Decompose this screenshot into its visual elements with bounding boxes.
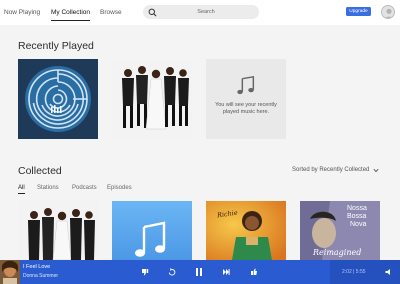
filter-podcasts[interactable]: Podcasts [72,185,97,191]
now-playing-album-art[interactable] [0,260,20,284]
filter-all[interactable]: All [18,185,25,194]
music-note-icon [237,75,255,95]
collected-title: Collected [18,165,62,177]
player-bar: I Feel Love Donna Summer 2:02 | 5:55 [0,260,400,284]
collected-tile-station[interactable] [112,201,192,260]
group-photo-artwork [112,59,192,139]
filter-active-underline [18,193,25,194]
maze-artwork [18,59,98,139]
music-note-icon [112,201,192,260]
recent-tile-group-photo[interactable] [112,59,192,139]
recently-played-placeholder-text: You will see your recently played music … [215,102,277,115]
nav-browse[interactable]: Browse [100,9,122,16]
album-title-line-2: Bossa [347,213,367,220]
filter-all-label: All [18,185,25,191]
track-title[interactable]: I Feel Love [23,264,50,270]
richie-album-artwork [206,201,286,260]
filter-episodes[interactable]: Episodes [107,185,132,191]
collected-tile-group-photo[interactable] [18,201,98,260]
track-artist[interactable]: Donna Summer [23,273,58,279]
recent-tile-maze[interactable] [18,59,98,139]
top-nav-bar: Now Playing My Collection Browse Upgrade [0,0,400,25]
nav-now-playing[interactable]: Now Playing [4,9,40,16]
recently-played-placeholder: You will see your recently played music … [206,59,286,139]
sort-dropdown[interactable]: Sorted by Recently Collected [292,167,369,173]
track-time: 2:02 | 5:55 [342,269,366,275]
album-subtitle: Reimagined [313,248,362,257]
avatar-icon [384,8,394,18]
filter-stations[interactable]: Stations [37,185,59,191]
search-bar[interactable] [143,5,259,19]
group-photo-artwork [18,201,98,260]
album-title-line-1: Nossa [347,205,367,212]
nav-my-collection[interactable]: My Collection [51,9,91,21]
avatar[interactable] [381,5,395,19]
thumbs-down-icon[interactable] [141,268,149,276]
pause-icon[interactable] [194,267,204,277]
collected-tile-nossa-bossa-nova[interactable]: Nossa Bossa Nova Reimagined [300,201,380,260]
album-title-line-3: Nova [350,221,367,228]
active-tab-underline [51,19,91,21]
search-icon [148,8,157,17]
upgrade-button[interactable]: Upgrade [346,7,371,16]
thumbs-up-icon[interactable] [250,268,258,276]
replay-icon[interactable] [168,268,176,276]
collected-tile-richie[interactable]: Richie [206,201,286,260]
nav-my-collection-label: My Collection [51,9,91,16]
chevron-down-icon[interactable] [373,168,379,173]
skip-icon[interactable] [222,268,230,276]
recently-played-title: Recently Played [18,40,94,52]
volume-icon[interactable] [385,268,393,276]
search-input[interactable] [159,5,253,19]
